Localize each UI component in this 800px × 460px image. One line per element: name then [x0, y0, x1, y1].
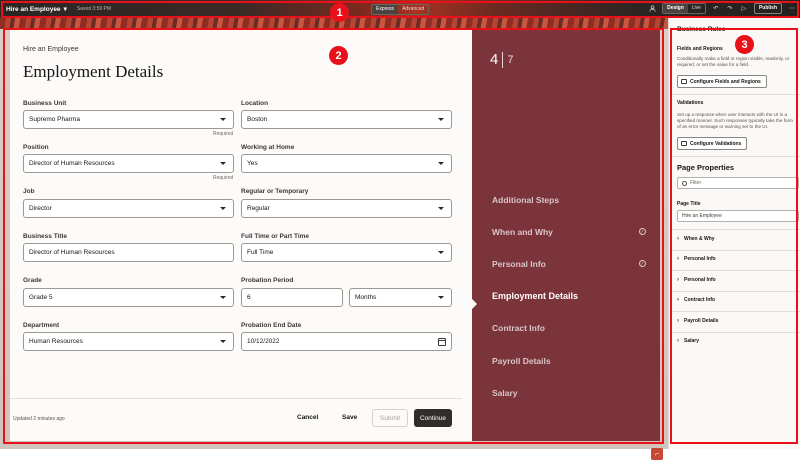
callout-badge-1: 1 [330, 3, 349, 22]
highlight-box-1 [1, 1, 799, 18]
highlight-box-2 [3, 28, 664, 444]
callout-badge-3: 3 [735, 35, 754, 54]
highlight-box-3 [670, 28, 798, 444]
edit-corner-icon[interactable]: ⌐ [651, 448, 663, 460]
callout-badge-2: 2 [329, 46, 348, 65]
